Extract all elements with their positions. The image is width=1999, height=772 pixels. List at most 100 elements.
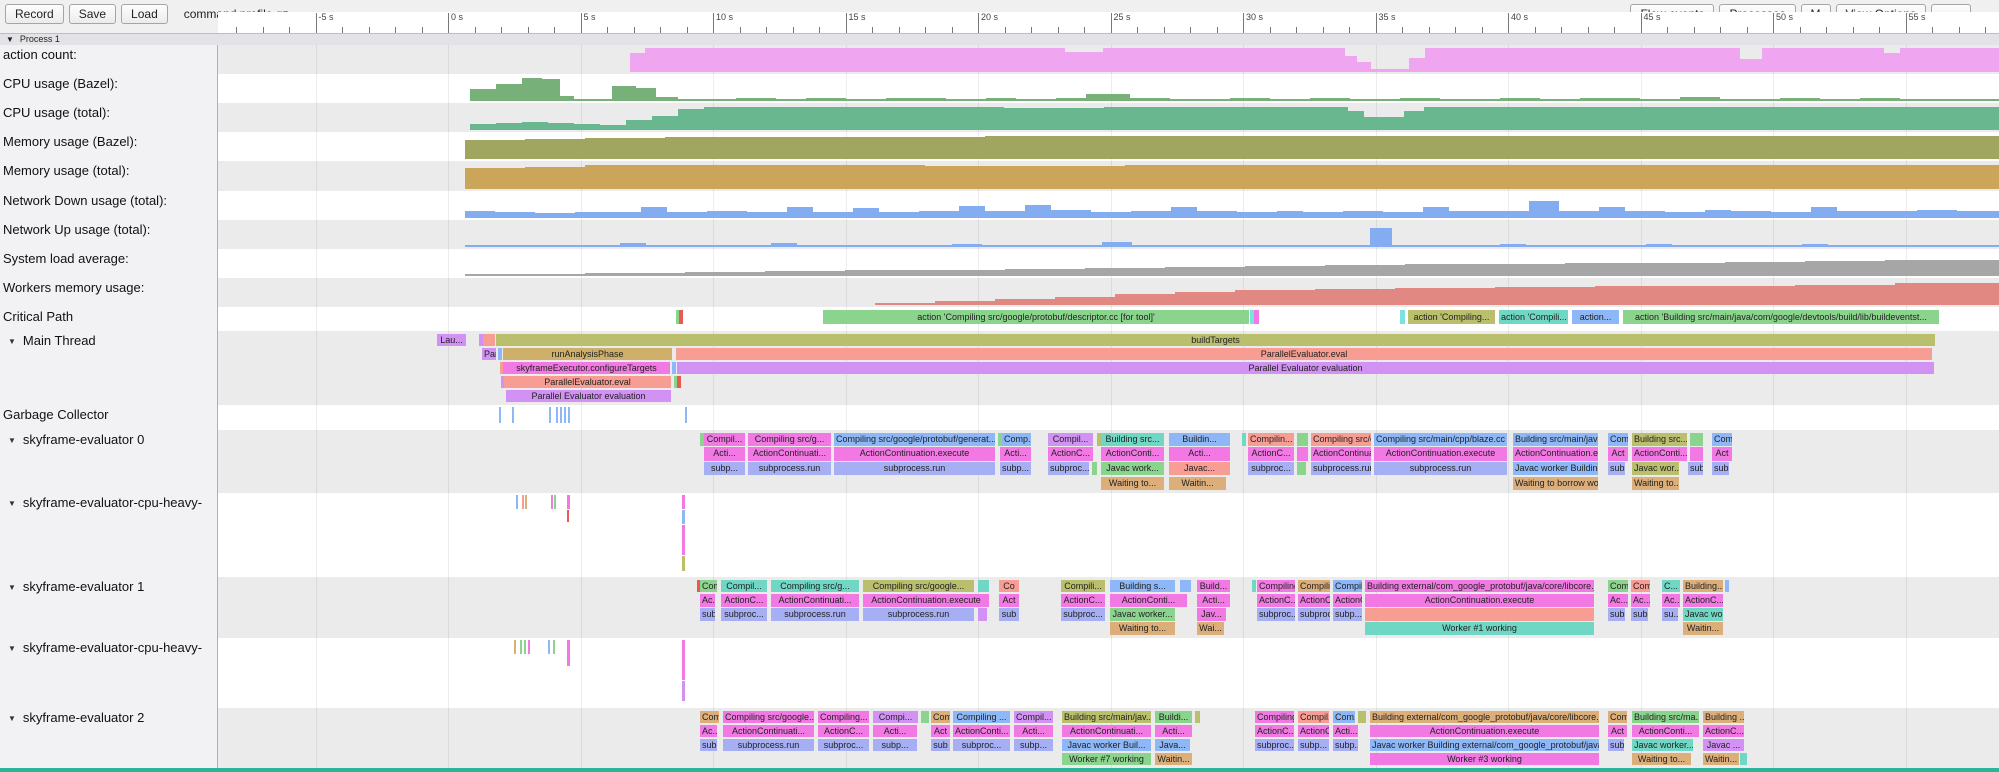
trace-block[interactable]: ActionConti... (1632, 447, 1687, 460)
event-tick[interactable] (554, 495, 556, 509)
trace-block[interactable]: action 'Building src/main/java/com/googl… (1623, 310, 1939, 325)
trace-block[interactable]: subprocess.run (1374, 462, 1507, 475)
trace-block[interactable]: Building s... (1110, 580, 1175, 593)
trace-block[interactable]: Acti... (1169, 447, 1230, 460)
trace-block[interactable]: Compiling src/google... (863, 580, 974, 593)
trace-block[interactable]: Com (700, 580, 717, 593)
trace-block[interactable]: ActionC... (1048, 447, 1093, 460)
trace-block[interactable]: Co (999, 580, 1019, 593)
trace-block[interactable]: ActionConti... (1110, 594, 1187, 607)
trace-block[interactable]: Compiling src/google... (723, 711, 814, 724)
trace-block[interactable]: subp... (1298, 739, 1329, 752)
event-tick[interactable] (499, 407, 501, 423)
trace-block[interactable]: Build... (1197, 580, 1230, 593)
event-tick[interactable] (516, 495, 518, 509)
trace-block[interactable]: Ac... (1608, 594, 1628, 607)
trace-block[interactable]: sub (1631, 608, 1648, 621)
trace-block[interactable] (1740, 753, 1747, 766)
trace-block[interactable]: skyframeExecutor.configureTargets (503, 362, 670, 375)
trace-block[interactable]: sub (1608, 462, 1625, 475)
trace-block[interactable]: subproc... (953, 739, 1010, 752)
trace-block[interactable]: ActionContinuation.execute (863, 594, 989, 607)
trace-block[interactable]: subp... (873, 739, 917, 752)
event-tick[interactable] (685, 407, 687, 423)
trace-block[interactable]: ActionContinuation.execute (1513, 447, 1598, 460)
trace-block[interactable]: Compil... (1333, 580, 1362, 593)
trace-block[interactable] (1365, 608, 1594, 621)
trace-block[interactable]: Jav... (1197, 608, 1226, 621)
event-tick[interactable] (567, 495, 570, 509)
trace-block[interactable]: subprocess.run (748, 462, 831, 475)
trace-block[interactable]: ParallelEvaluator.eval (676, 348, 1932, 361)
trace-block[interactable]: ActionContinuati... (1311, 447, 1371, 460)
trace-block[interactable]: Ac... (1662, 594, 1680, 607)
trace-block[interactable]: Par (482, 348, 496, 361)
event-tick[interactable] (514, 640, 516, 654)
trace-block[interactable]: subproc... (1255, 739, 1294, 752)
trace-block[interactable] (1690, 447, 1703, 460)
trace-block[interactable]: buildTargets (496, 334, 1935, 347)
trace-block[interactable]: Com (1608, 580, 1628, 593)
trace-block[interactable]: Acti... (704, 447, 745, 460)
trace-block[interactable]: Act (999, 594, 1019, 607)
event-tick[interactable] (568, 407, 570, 423)
trace-block[interactable]: ActionContinuation.execute (1374, 447, 1507, 460)
trace-block[interactable]: Javac work... (1101, 462, 1164, 475)
trace-block[interactable] (677, 376, 681, 389)
trace-block[interactable]: subp... (1014, 739, 1053, 752)
trace-block[interactable]: Compiling... (1255, 711, 1294, 724)
trace-block[interactable]: Javac ... (1703, 739, 1744, 752)
trace-block[interactable] (1400, 310, 1405, 325)
trace-block[interactable]: Waitin... (1683, 622, 1723, 635)
trace-block[interactable]: Compiling src/google/protobuf/generat... (834, 433, 995, 446)
trace-block[interactable]: ActionC... (1703, 725, 1744, 738)
trace-block[interactable]: runAnalysisPhase (503, 348, 672, 361)
event-tick[interactable] (682, 525, 685, 555)
trace-block[interactable]: subproc... (1048, 462, 1089, 475)
trace-block[interactable]: Waitin... (1169, 477, 1226, 490)
load-button[interactable]: Load (121, 4, 168, 24)
trace-block[interactable]: Act (1608, 447, 1628, 460)
event-tick[interactable] (560, 407, 562, 423)
trace-block[interactable] (1180, 580, 1191, 593)
trace-block[interactable] (1254, 310, 1259, 325)
trace-block[interactable]: Act (1608, 725, 1627, 738)
trace-block[interactable]: subprocess.run (723, 739, 814, 752)
trace-block[interactable]: ActionC... (1298, 725, 1329, 738)
save-button[interactable]: Save (69, 4, 116, 24)
trace-block[interactable]: Building external/com_google_protobuf/ja… (1370, 711, 1599, 724)
trace-block[interactable] (1297, 433, 1308, 446)
trace-block[interactable]: Compiling src/g... (771, 580, 859, 593)
event-tick[interactable] (682, 495, 685, 509)
trace-block[interactable]: Compil... (721, 580, 767, 593)
trace-block[interactable]: Building... (1683, 580, 1723, 593)
trace-block[interactable]: Acti... (1014, 725, 1053, 738)
trace-block[interactable]: subp... (1333, 608, 1362, 621)
trace-block[interactable]: Buildin... (1169, 433, 1230, 446)
trace-block[interactable] (1358, 711, 1366, 724)
process-header[interactable]: ▼Process 1 (0, 33, 1999, 45)
trace-block[interactable]: Acti... (1197, 594, 1230, 607)
trace-block[interactable]: subprocess.run (1311, 462, 1371, 475)
event-tick[interactable] (520, 640, 522, 654)
trace-block[interactable]: ActionC... (1255, 725, 1294, 738)
trace-block[interactable]: su... (1662, 608, 1678, 621)
trace-block[interactable]: Com (700, 711, 719, 724)
trace-block[interactable]: Compiling src/g... (748, 433, 831, 446)
trace-block[interactable]: Acti... (1333, 725, 1358, 738)
trace-block[interactable]: Com (1712, 433, 1732, 446)
trace-block[interactable]: Waiting to... (1632, 753, 1691, 766)
trace-block[interactable]: Com (1608, 433, 1628, 446)
trace-block[interactable]: action 'Compili... (1499, 310, 1568, 325)
trace-block[interactable]: Parallel Evaluator evaluation (677, 362, 1934, 375)
trace-block[interactable]: Compilin... (1248, 433, 1294, 446)
trace-block[interactable]: Compil... (1048, 433, 1093, 446)
trace-block[interactable]: Javac worker Building s... (1513, 462, 1598, 475)
trace-block[interactable]: subproc... (1257, 608, 1295, 621)
event-tick[interactable] (682, 510, 685, 524)
trace-block[interactable] (978, 580, 989, 593)
trace-block[interactable]: ActionC... (721, 594, 767, 607)
event-tick[interactable] (567, 640, 570, 666)
trace-block[interactable]: subproc... (1248, 462, 1294, 475)
trace-block[interactable]: Compiling... (818, 711, 869, 724)
